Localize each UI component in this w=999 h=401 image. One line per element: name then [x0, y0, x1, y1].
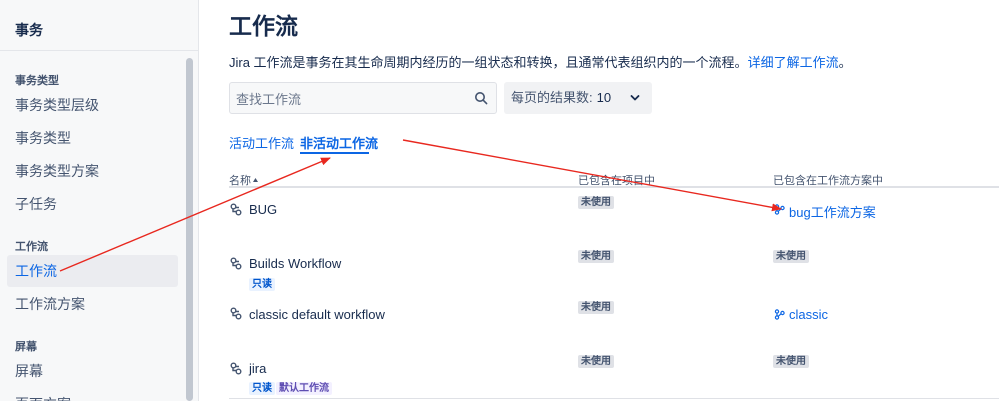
sidebar-divider — [0, 50, 199, 51]
sidebar-item-issue-types[interactable]: 事务类型 — [7, 122, 178, 154]
sidebar-item-screen-schemes[interactable]: 页面方案 — [7, 388, 178, 401]
chevron-down-icon — [630, 95, 640, 101]
workflow-scheme-link[interactable]: classic — [789, 307, 828, 322]
page-description: Jira 工作流是事务在其生命周期内经历的一组状态和转换，且通常代表组织内的一个… — [229, 52, 852, 71]
workflow-name[interactable]: BUG — [249, 202, 277, 217]
description-text: Jira 工作流是事务在其生命周期内经历的一组状态和转换，且通常代表组织内的一个… — [229, 55, 748, 70]
search-icon[interactable] — [474, 91, 488, 105]
sidebar-title: 事务 — [15, 22, 43, 38]
schemes-status-badge: 未使用 — [773, 250, 809, 263]
sidebar-item-subtasks[interactable]: 子任务 — [7, 188, 178, 220]
sidebar-item-issue-type-schemes[interactable]: 事务类型方案 — [7, 155, 178, 187]
read-only-badge: 只读 — [249, 382, 275, 395]
sidebar-item-workflow-schemes[interactable]: 工作流方案 — [7, 288, 178, 320]
workflow-scheme-icon — [774, 309, 785, 320]
projects-status-badge: 未使用 — [578, 355, 614, 368]
search-field[interactable] — [229, 82, 497, 114]
projects-status-badge: 未使用 — [578, 301, 614, 314]
workflow-icon — [230, 362, 242, 375]
sort-ascending-icon — [253, 178, 258, 182]
projects-status-badge: 未使用 — [578, 250, 614, 263]
results-per-page-value: 10 — [596, 90, 612, 105]
learn-more-link[interactable]: 详细了解工作流 — [748, 55, 839, 70]
table-header-divider — [229, 186, 999, 188]
workflow-name[interactable]: classic default workflow — [249, 307, 385, 322]
sidebar-item-workflows[interactable]: 工作流 — [7, 255, 178, 287]
projects-status-badge: 未使用 — [578, 196, 614, 209]
sidebar-section-screens: 屏幕 — [15, 341, 37, 353]
workflow-scheme-icon — [774, 204, 785, 215]
sidebar: 事务 事务类型 事务类型层级 事务类型 事务类型方案 子任务 工作流 工作流 工… — [0, 0, 199, 401]
search-input[interactable] — [236, 89, 466, 109]
sidebar-scrollbar[interactable] — [186, 58, 193, 401]
sidebar-section-issue-types: 事务类型 — [15, 75, 59, 87]
page-title: 工作流 — [229, 13, 298, 39]
table-bottom-divider — [229, 398, 999, 399]
sidebar-section-workflows: 工作流 — [15, 241, 48, 253]
description-suffix: 。 — [838, 55, 852, 70]
results-per-page-select[interactable]: 每页的结果数: 10 — [504, 82, 652, 114]
tab-active-workflows[interactable]: 活动工作流 — [229, 133, 294, 152]
results-per-page-label: 每页的结果数: — [511, 90, 593, 105]
workflow-icon — [230, 257, 242, 270]
sidebar-item-screens[interactable]: 屏幕 — [7, 355, 178, 387]
read-only-badge: 只读 — [249, 278, 275, 291]
tab-inactive-workflows[interactable]: 非活动工作流 — [300, 133, 378, 152]
workflow-icon — [230, 203, 242, 216]
sidebar-item-issue-type-hierarchy[interactable]: 事务类型层级 — [7, 89, 178, 121]
workflow-name[interactable]: Builds Workflow — [249, 256, 341, 271]
workflow-icon — [230, 307, 242, 320]
default-workflow-badge: 默认工作流 — [276, 382, 332, 395]
workflow-name[interactable]: jira — [249, 361, 266, 376]
workflow-scheme-link[interactable]: bug工作流方案 — [789, 202, 876, 221]
schemes-status-badge: 未使用 — [773, 355, 809, 368]
active-tab-indicator — [300, 152, 369, 154]
